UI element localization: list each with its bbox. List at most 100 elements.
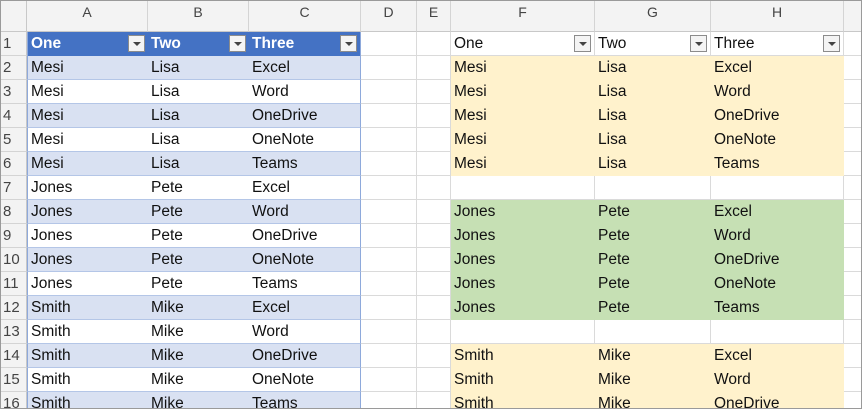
table-a-cell[interactable]: Mike bbox=[148, 368, 249, 392]
row-header-11[interactable]: 11 bbox=[1, 272, 27, 296]
table-f-cell[interactable]: OneNote bbox=[711, 272, 844, 296]
grid-cell[interactable] bbox=[417, 224, 451, 248]
table-a-cell[interactable]: OneNote bbox=[249, 128, 361, 152]
filter-dropdown-icon[interactable] bbox=[229, 35, 246, 52]
table-a-cell[interactable]: OneNote bbox=[249, 368, 361, 392]
filter-dropdown-icon[interactable] bbox=[690, 35, 707, 52]
row-header-16[interactable]: 16 bbox=[1, 392, 27, 408]
column-header-f[interactable]: F bbox=[451, 1, 595, 32]
filter-dropdown-icon[interactable] bbox=[340, 35, 357, 52]
grid-cell[interactable] bbox=[417, 392, 451, 408]
table-f-cell[interactable]: Lisa bbox=[595, 104, 711, 128]
table-a-cell[interactable]: Lisa bbox=[148, 80, 249, 104]
grid-cell[interactable] bbox=[361, 104, 417, 128]
grid-cell[interactable] bbox=[417, 80, 451, 104]
table-a-cell[interactable]: Mesi bbox=[27, 128, 148, 152]
table-a-cell[interactable]: Mesi bbox=[27, 80, 148, 104]
table-f-cell[interactable]: Teams bbox=[711, 296, 844, 320]
filter-dropdown-icon[interactable] bbox=[574, 35, 591, 52]
table-f-cell[interactable]: Pete bbox=[595, 296, 711, 320]
table-a-cell[interactable]: Lisa bbox=[148, 104, 249, 128]
row-header-5[interactable]: 5 bbox=[1, 128, 27, 152]
grid-cell[interactable] bbox=[417, 344, 451, 368]
grid-cell[interactable] bbox=[844, 200, 861, 224]
select-all-corner[interactable] bbox=[1, 1, 27, 32]
grid-cell[interactable] bbox=[417, 296, 451, 320]
grid-cell[interactable] bbox=[844, 344, 861, 368]
grid-cell[interactable] bbox=[417, 32, 451, 56]
spreadsheet-grid[interactable]: A B C D E F G H 1 2 3 4 5 6 7 8 9 10 11 12 13 14 15 16 One Two Thr… bbox=[0, 0, 862, 409]
grid-cell[interactable] bbox=[417, 272, 451, 296]
grid-cell[interactable] bbox=[361, 320, 417, 344]
table-a-cell[interactable]: Lisa bbox=[148, 128, 249, 152]
grid-cell[interactable] bbox=[417, 128, 451, 152]
table-f-cell[interactable]: Mike bbox=[595, 392, 711, 408]
grid-cell[interactable] bbox=[844, 104, 861, 128]
column-header-d[interactable]: D bbox=[361, 1, 417, 32]
table-f-cell[interactable]: Word bbox=[711, 368, 844, 392]
grid-cell[interactable] bbox=[844, 80, 861, 104]
table-a-cell[interactable]: Pete bbox=[148, 176, 249, 200]
table-f-cell[interactable]: Mesi bbox=[451, 80, 595, 104]
grid-cell[interactable] bbox=[844, 296, 861, 320]
table-a-cell[interactable]: Mesi bbox=[27, 56, 148, 80]
table-f-cell[interactable]: Lisa bbox=[595, 80, 711, 104]
column-header-h[interactable]: H bbox=[711, 1, 844, 32]
table-a-cell[interactable]: Word bbox=[249, 320, 361, 344]
grid-cell[interactable] bbox=[361, 368, 417, 392]
table-f-cell[interactable]: Excel bbox=[711, 200, 844, 224]
row-header-12[interactable]: 12 bbox=[1, 296, 27, 320]
table-a-cell[interactable]: Mesi bbox=[27, 152, 148, 176]
row-header-14[interactable]: 14 bbox=[1, 344, 27, 368]
table-a-cell[interactable]: Excel bbox=[249, 176, 361, 200]
table-a-cell[interactable]: Smith bbox=[27, 392, 148, 408]
table-f-cell[interactable]: Lisa bbox=[595, 128, 711, 152]
table-f-header-one[interactable]: One bbox=[451, 32, 595, 56]
row-header-6[interactable]: 6 bbox=[1, 152, 27, 176]
table-a-header-three[interactable]: Three bbox=[249, 32, 361, 56]
table-f-cell[interactable]: Mesi bbox=[451, 152, 595, 176]
table-a-cell[interactable]: Word bbox=[249, 200, 361, 224]
row-header-8[interactable]: 8 bbox=[1, 200, 27, 224]
table-a-cell[interactable]: Pete bbox=[148, 272, 249, 296]
grid-cell[interactable] bbox=[361, 296, 417, 320]
table-a-cell[interactable]: Excel bbox=[249, 56, 361, 80]
table-a-cell[interactable]: OneNote bbox=[249, 248, 361, 272]
table-a-cell[interactable]: Mesi bbox=[27, 104, 148, 128]
grid-cell[interactable] bbox=[844, 272, 861, 296]
row-header-3[interactable]: 3 bbox=[1, 80, 27, 104]
table-f-cell[interactable]: Mesi bbox=[451, 128, 595, 152]
table-a-cell[interactable]: Mike bbox=[148, 320, 249, 344]
table-a-cell[interactable]: OneDrive bbox=[249, 224, 361, 248]
grid-cell[interactable] bbox=[361, 32, 417, 56]
table-f-cell[interactable]: Jones bbox=[451, 224, 595, 248]
grid-cell[interactable] bbox=[844, 368, 861, 392]
column-header-a[interactable]: A bbox=[27, 1, 148, 32]
grid-cell[interactable] bbox=[417, 56, 451, 80]
table-f-cell[interactable]: Teams bbox=[711, 152, 844, 176]
grid-cell[interactable] bbox=[417, 200, 451, 224]
row-header-15[interactable]: 15 bbox=[1, 368, 27, 392]
grid-cell[interactable] bbox=[844, 56, 861, 80]
table-f-cell[interactable]: Excel bbox=[711, 56, 844, 80]
table-a-cell[interactable]: OneDrive bbox=[249, 344, 361, 368]
grid-cell[interactable] bbox=[844, 176, 861, 200]
table-f-cell[interactable]: Pete bbox=[595, 248, 711, 272]
grid-cell[interactable] bbox=[361, 392, 417, 408]
table-f-cell[interactable]: Jones bbox=[451, 200, 595, 224]
table-f-cell[interactable]: Lisa bbox=[595, 56, 711, 80]
filter-dropdown-icon[interactable] bbox=[128, 35, 145, 52]
table-f-cell[interactable]: Pete bbox=[595, 272, 711, 296]
grid-cell[interactable] bbox=[417, 368, 451, 392]
table-f-cell[interactable]: Smith bbox=[451, 392, 595, 408]
grid-cell[interactable] bbox=[361, 56, 417, 80]
grid-cell[interactable] bbox=[361, 224, 417, 248]
table-a-cell[interactable]: Mike bbox=[148, 296, 249, 320]
column-header-g[interactable]: G bbox=[595, 1, 711, 32]
table-a-cell[interactable]: Jones bbox=[27, 248, 148, 272]
table-f-cell[interactable]: Excel bbox=[711, 344, 844, 368]
grid-cell[interactable] bbox=[844, 248, 861, 272]
grid-cell[interactable] bbox=[361, 80, 417, 104]
table-f-cell[interactable] bbox=[595, 176, 711, 200]
column-header-e[interactable]: E bbox=[417, 1, 451, 32]
